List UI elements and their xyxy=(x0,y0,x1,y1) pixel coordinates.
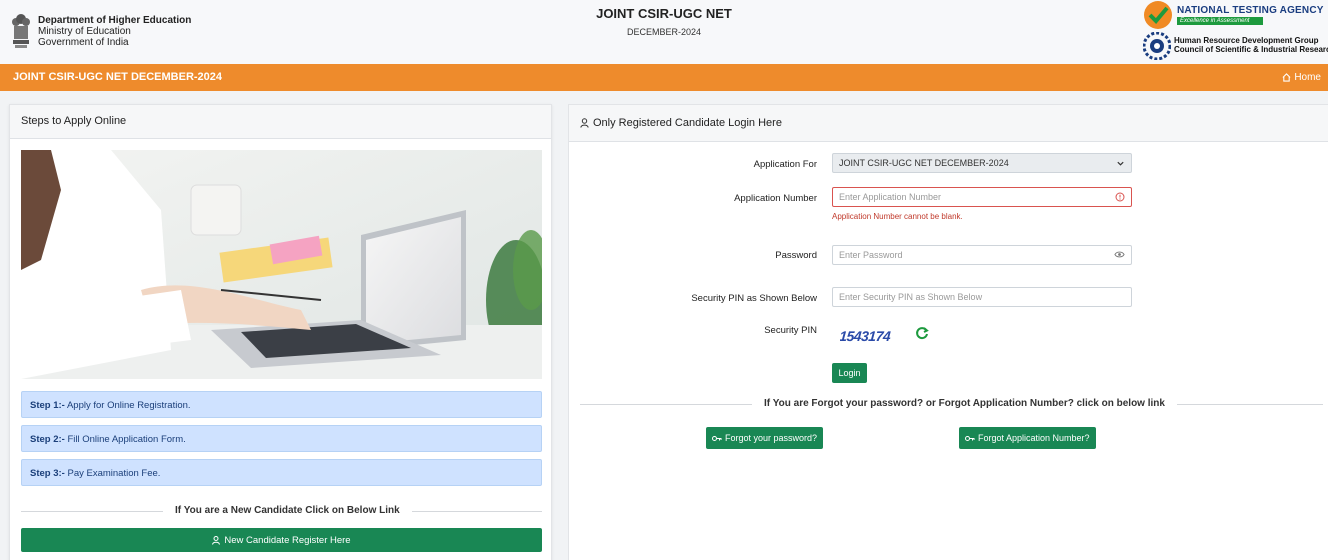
login-panel: Only Registered Candidate Login Here App… xyxy=(568,104,1328,560)
chevron-down-icon xyxy=(1117,161,1124,166)
login-heading-text: Only Registered Candidate Login Here xyxy=(593,117,782,129)
page-title: JOINT CSIR-UGC NET xyxy=(596,6,732,21)
forgot-password-button[interactable]: Forgot your password? xyxy=(706,427,824,449)
application-for-value: JOINT CSIR-UGC NET DECEMBER-2024 xyxy=(839,158,1009,168)
captcha-image: 1543174 xyxy=(840,328,892,344)
hrd-line1: Human Resource Development Group xyxy=(1174,36,1319,45)
exam-title: JOINT CSIR-UGC NET DECEMBER-2024 xyxy=(13,71,223,83)
application-number-input[interactable]: Enter Application Number xyxy=(832,187,1132,207)
step-1-text: Apply for Online Registration. xyxy=(64,400,191,411)
key-icon xyxy=(965,435,975,441)
nta-branding: NATIONAL TESTING AGENCY Excellence in As… xyxy=(1143,0,1328,64)
steps-panel: Steps to Apply Online Step 1:- Apply for… xyxy=(9,104,552,560)
password-input[interactable]: Enter Password xyxy=(832,245,1132,265)
user-icon xyxy=(580,118,589,128)
home-label[interactable]: Home xyxy=(1294,72,1321,83)
nta-name: NATIONAL TESTING AGENCY xyxy=(1177,5,1324,16)
security-pin-label: Security PIN xyxy=(764,325,817,336)
error-icon xyxy=(1115,192,1125,202)
step-2-text: Fill Online Application Form. xyxy=(64,434,186,445)
hrd-line2: Council of Scientific & Industrial Resea… xyxy=(1174,45,1328,54)
forgot-application-number-label[interactable]: Forgot Application Number? xyxy=(978,433,1090,443)
steps-heading: Steps to Apply Online xyxy=(10,105,551,139)
step-2: Step 2:- Fill Online Application Form. xyxy=(21,425,542,452)
login-heading: Only Registered Candidate Login Here xyxy=(569,105,1328,142)
password-placeholder: Enter Password xyxy=(839,250,903,260)
login-button[interactable]: Login xyxy=(832,363,867,383)
forgot-password-label[interactable]: Forgot your password? xyxy=(725,433,817,443)
page-title-block: JOINT CSIR-UGC NET DECEMBER-2024 xyxy=(0,6,1328,37)
step-1-label: Step 1:- xyxy=(30,400,65,411)
refresh-icon[interactable] xyxy=(915,326,929,340)
security-pin-input[interactable]: Enter Security PIN as Shown Below xyxy=(832,287,1132,307)
security-pin-placeholder: Enter Security PIN as Shown Below xyxy=(839,292,983,302)
new-candidate-register-button[interactable]: New Candidate Register Here xyxy=(21,528,542,552)
step-3-text: Pay Examination Fee. xyxy=(64,468,161,479)
new-candidate-text: If You are a New Candidate Click on Belo… xyxy=(163,505,412,516)
forgot-application-number-button[interactable]: Forgot Application Number? xyxy=(959,427,1096,449)
step-3-label: Step 3:- xyxy=(30,468,65,479)
step-3: Step 3:- Pay Examination Fee. xyxy=(21,459,542,486)
security-pin-input-label: Security PIN as Shown Below xyxy=(691,293,817,304)
password-label: Password xyxy=(775,250,817,261)
application-number-placeholder: Enter Application Number xyxy=(839,192,942,202)
exam-title-bar: JOINT CSIR-UGC NET DECEMBER-2024 Home xyxy=(0,64,1328,91)
laptop-hero-image xyxy=(21,150,542,379)
forgot-text: If You are Forgot your password? or Forg… xyxy=(752,398,1177,409)
eye-icon[interactable] xyxy=(1114,250,1125,259)
user-icon xyxy=(212,535,221,545)
register-button-label[interactable]: New Candidate Register Here xyxy=(224,535,350,546)
step-1: Step 1:- Apply for Online Registration. xyxy=(21,391,542,418)
hrd-text: Human Resource Development Group Council… xyxy=(1174,36,1328,54)
application-for-select[interactable]: JOINT CSIR-UGC NET DECEMBER-2024 xyxy=(832,153,1132,173)
page-subtitle: DECEMBER-2024 xyxy=(626,27,702,37)
home-icon xyxy=(1282,73,1291,82)
application-number-error: Application Number cannot be blank. xyxy=(832,212,963,221)
step-2-label: Step 2:- xyxy=(30,434,65,445)
csir-logo-icon xyxy=(1143,32,1171,60)
captcha-text: 1543174 xyxy=(840,328,892,344)
nta-logo-icon xyxy=(1144,1,1172,29)
application-number-label: Application Number xyxy=(734,193,817,204)
site-header: Department of Higher Education Ministry … xyxy=(0,0,1328,64)
government-name: Government of India xyxy=(38,37,129,48)
key-icon xyxy=(712,435,722,441)
application-for-label: Application For xyxy=(753,159,817,170)
nta-tagline: Excellence in Assessment xyxy=(1177,17,1263,25)
home-link[interactable]: Home xyxy=(1282,72,1321,83)
